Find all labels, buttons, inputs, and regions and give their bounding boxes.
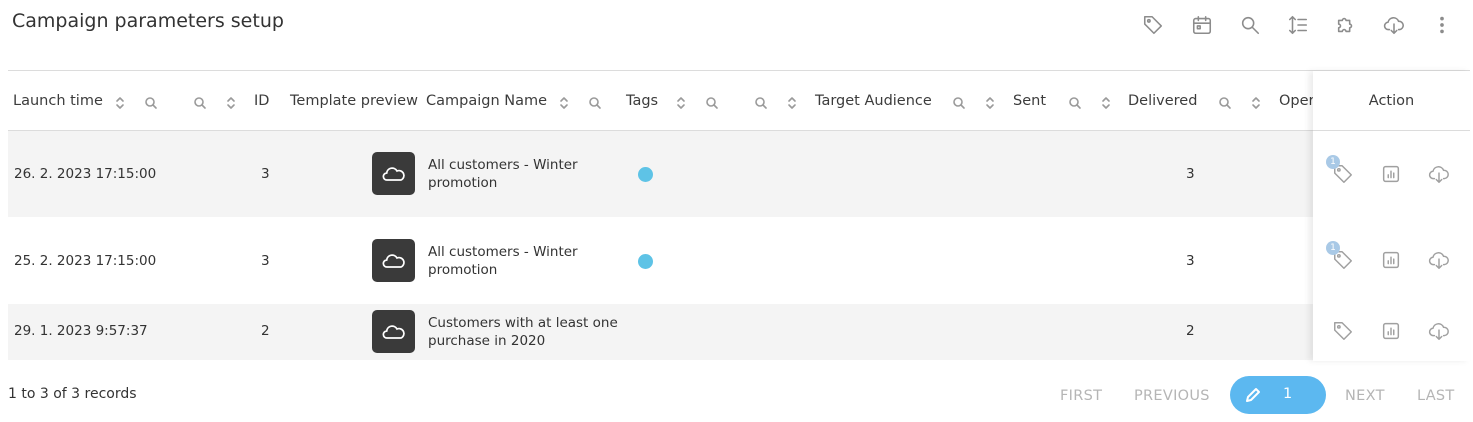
tag-dot	[638, 254, 653, 269]
sort-icon[interactable]	[113, 95, 127, 111]
campaign-table: Launch time ID Template preview Campaign…	[8, 70, 1470, 360]
action-row: 1	[1313, 131, 1470, 217]
more-vert-icon[interactable]	[1428, 11, 1456, 39]
sort-icon[interactable]	[557, 95, 571, 111]
sort-icon[interactable]	[224, 95, 238, 111]
template-thumbnail[interactable]	[372, 310, 415, 353]
col-id[interactable]: ID	[254, 93, 269, 109]
search-icon[interactable]	[952, 95, 966, 111]
col-tags[interactable]: Tags	[626, 93, 658, 109]
cloud-download-icon[interactable]	[1380, 11, 1408, 39]
delivered-count: 3	[1186, 166, 1195, 182]
campaign-name[interactable]: Customers with at least one purchase in …	[428, 314, 618, 350]
search-icon[interactable]	[1236, 11, 1264, 39]
tag-icon	[1334, 322, 1352, 340]
campaign-name[interactable]: All customers - Winter promotion	[428, 156, 618, 192]
template-thumbnail[interactable]	[372, 152, 415, 195]
page-title: Campaign parameters setup	[12, 10, 284, 32]
download-button[interactable]	[1426, 161, 1452, 187]
search-icon[interactable]	[193, 95, 207, 111]
calendar-icon[interactable]	[1188, 11, 1216, 39]
bar-chart-icon	[1382, 165, 1400, 183]
tag-button[interactable]: 1	[1326, 241, 1356, 273]
sort-icon[interactable]	[785, 95, 799, 111]
bar-chart-icon	[1382, 251, 1400, 269]
action-row: 1	[1313, 217, 1470, 304]
bar-chart-icon	[1382, 322, 1400, 340]
search-icon[interactable]	[588, 95, 602, 111]
sort-icon[interactable]	[1249, 95, 1263, 111]
search-icon[interactable]	[144, 95, 158, 111]
delivered-count: 3	[1186, 253, 1195, 269]
search-icon[interactable]	[754, 95, 768, 111]
campaign-name[interactable]: All customers - Winter promotion	[428, 243, 618, 279]
pencil-icon	[1246, 388, 1260, 402]
download-button[interactable]	[1426, 318, 1452, 344]
cloud-icon	[382, 253, 405, 268]
launch-time: 25. 2. 2023 17:15:00	[14, 253, 157, 269]
cloud-download-icon	[1428, 166, 1449, 183]
action-row	[1313, 304, 1470, 360]
campaign-id: 2	[261, 323, 270, 339]
col-campaign-name[interactable]: Campaign Name	[426, 93, 547, 109]
template-thumbnail[interactable]	[372, 239, 415, 282]
report-button[interactable]	[1378, 247, 1404, 273]
pager-next[interactable]: NEXT	[1345, 388, 1385, 404]
tag-dot	[638, 167, 653, 182]
table-row[interactable]: 29. 1. 2023 9:57:37 2 Customers with at …	[8, 304, 1470, 360]
tag-icon[interactable]	[1139, 11, 1167, 39]
pager-first[interactable]: FIRST	[1060, 388, 1102, 404]
records-count: 1 to 3 of 3 records	[8, 386, 137, 402]
report-button[interactable]	[1378, 318, 1404, 344]
tag-count-badge: 1	[1326, 241, 1340, 255]
download-button[interactable]	[1426, 247, 1452, 273]
pager-current-page[interactable]: 1	[1230, 376, 1326, 414]
launch-time: 29. 1. 2023 9:57:37	[14, 323, 148, 339]
sort-icon[interactable]	[983, 95, 997, 111]
delivered-count: 2	[1186, 323, 1195, 339]
tag-count-badge: 1	[1326, 155, 1340, 169]
col-target-audience[interactable]: Target Audience	[815, 93, 932, 109]
sort-icon[interactable]	[1099, 95, 1113, 111]
pager-last[interactable]: LAST	[1417, 388, 1455, 404]
cloud-download-icon	[1428, 323, 1449, 340]
col-sent[interactable]: Sent	[1013, 93, 1046, 109]
col-template-preview: Template preview	[290, 93, 418, 109]
launch-time: 26. 2. 2023 17:15:00	[14, 166, 157, 182]
report-button[interactable]	[1378, 161, 1404, 187]
action-column: Action 1 1	[1313, 71, 1470, 361]
table-row[interactable]: 25. 2. 2023 17:15:00 3 All customers - W…	[8, 217, 1470, 304]
current-page-number: 1	[1283, 386, 1293, 402]
col-delivered[interactable]: Delivered	[1128, 93, 1197, 109]
tag-button[interactable]	[1330, 318, 1356, 344]
search-icon[interactable]	[1218, 95, 1232, 111]
pager-previous[interactable]: PREVIOUS	[1134, 388, 1210, 404]
tag-button[interactable]: 1	[1326, 155, 1356, 187]
col-opened[interactable]: Oper	[1279, 93, 1315, 109]
campaign-id: 3	[261, 166, 270, 182]
col-action: Action	[1313, 71, 1470, 131]
col-action-label: Action	[1368, 93, 1415, 109]
cloud-icon	[382, 166, 405, 181]
search-icon[interactable]	[1068, 95, 1082, 111]
cloud-download-icon	[1428, 252, 1449, 269]
sort-icon[interactable]	[674, 95, 688, 111]
search-icon[interactable]	[705, 95, 719, 111]
col-launch-time[interactable]: Launch time	[13, 93, 103, 109]
sort-lines-icon[interactable]	[1284, 11, 1312, 39]
table-row[interactable]: 26. 2. 2023 17:15:00 3 All customers - W…	[8, 131, 1470, 217]
puzzle-icon[interactable]	[1332, 11, 1360, 39]
cloud-icon	[382, 324, 405, 339]
campaign-id: 3	[261, 253, 270, 269]
table-header: Launch time ID Template preview Campaign…	[8, 71, 1470, 131]
